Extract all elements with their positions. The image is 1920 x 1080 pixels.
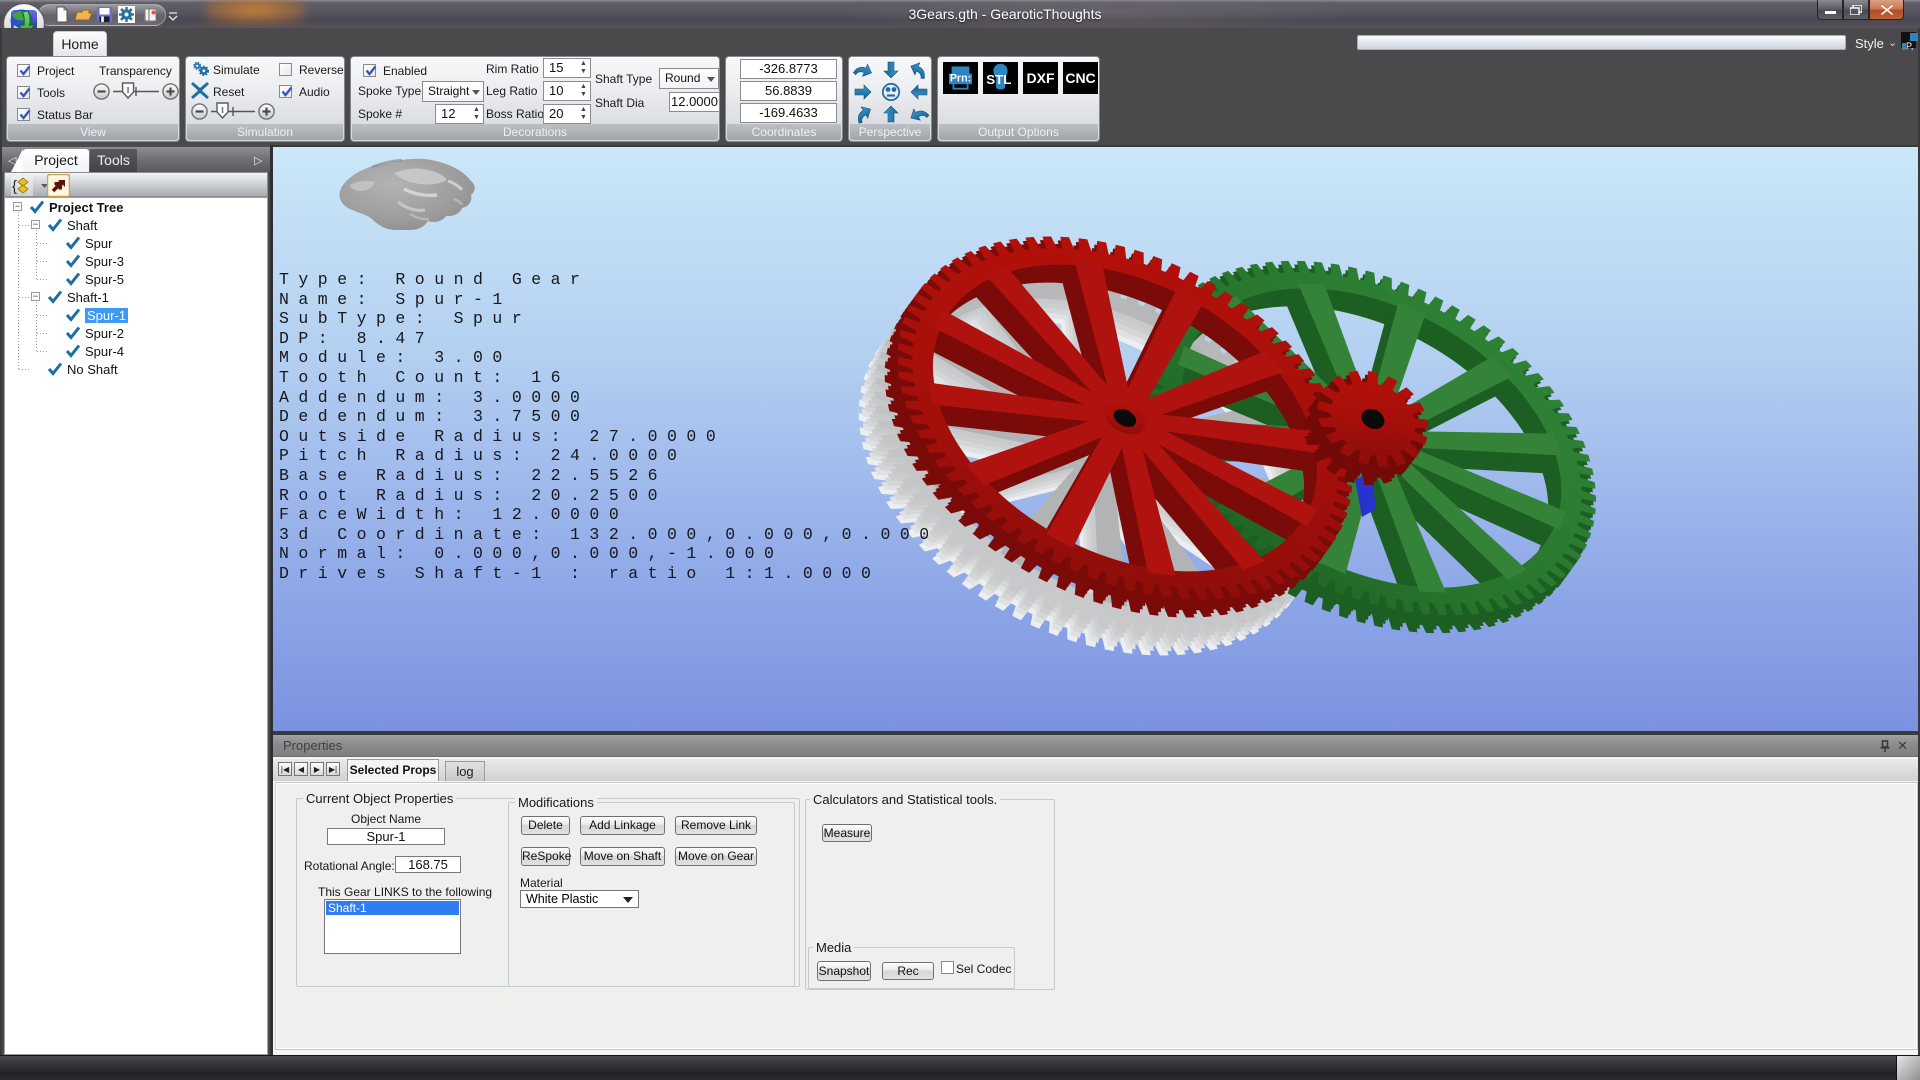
svg-text:STL: STL bbox=[986, 72, 1011, 87]
svg-text:{: { bbox=[12, 178, 17, 195]
svg-text:Prn:: Prn: bbox=[950, 73, 971, 85]
svg-text:P,: P, bbox=[1906, 41, 1913, 51]
